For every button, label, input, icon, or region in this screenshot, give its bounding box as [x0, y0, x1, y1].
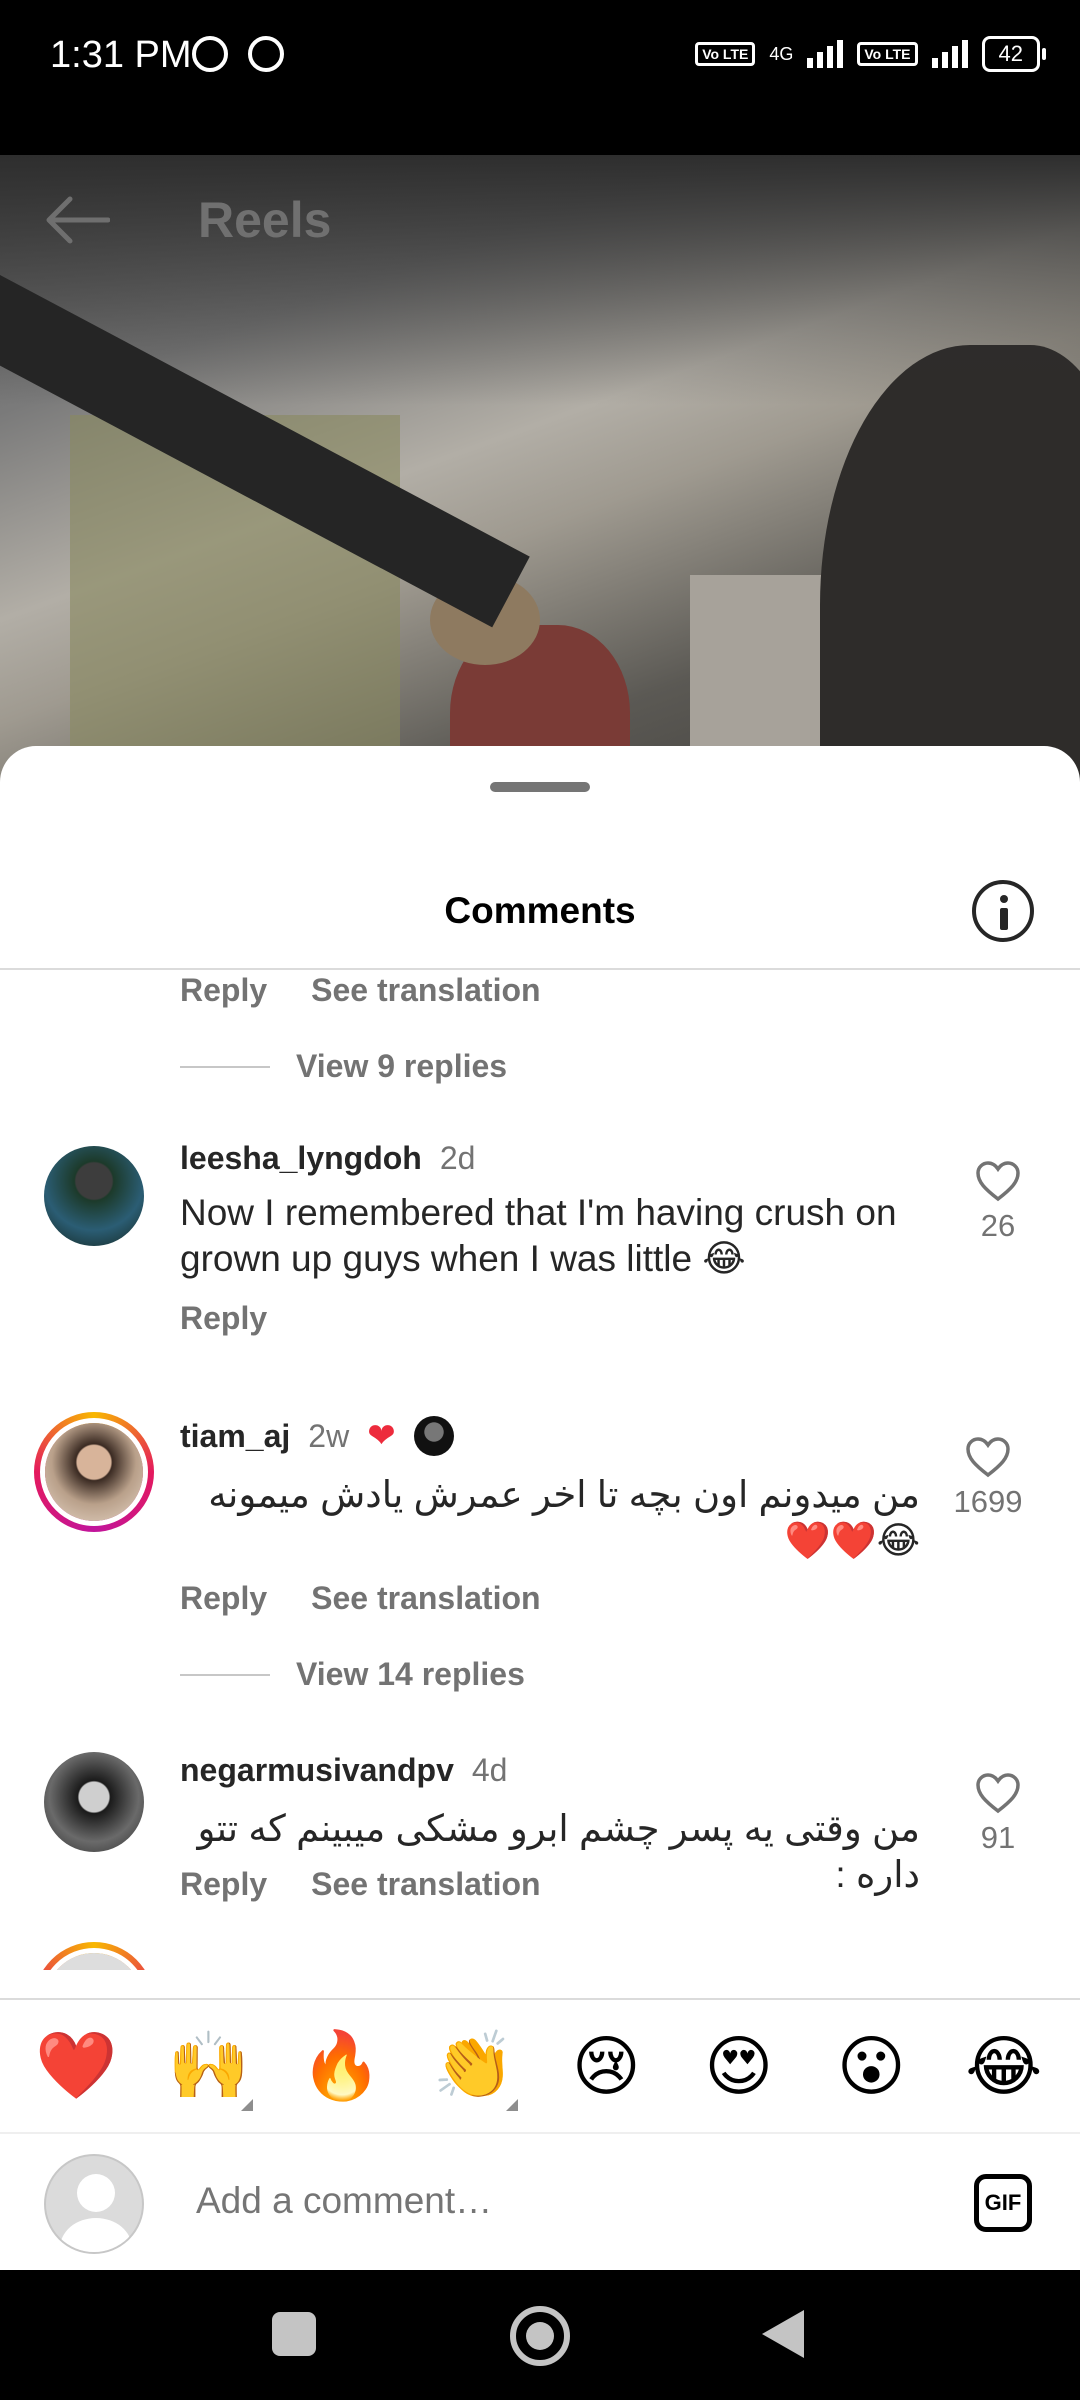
- see-translation-button[interactable]: See translation: [311, 1866, 540, 1903]
- alarm-icon: [192, 36, 228, 72]
- replies-line: [180, 1673, 270, 1676]
- avatar[interactable]: [44, 1146, 144, 1246]
- signal-icon: [807, 40, 844, 68]
- comment-time: 2d: [439, 1140, 476, 1176]
- view-replies-label: View 9 replies: [296, 1048, 508, 1084]
- comments-list[interactable]: Reply See translation View 9 replies lee…: [0, 970, 1080, 1970]
- chrome-icon: [248, 36, 284, 72]
- emoji-crying[interactable]: 😢: [556, 2028, 656, 2105]
- volte-icon: Vo LTE: [695, 42, 756, 66]
- like-count: 91: [980, 1820, 1016, 1855]
- signal-icon-2: [931, 40, 968, 68]
- avatar[interactable]: [44, 1752, 144, 1852]
- liked-by-author-heart-icon: ❤: [367, 1417, 396, 1455]
- see-translation-button[interactable]: See translation: [311, 1580, 540, 1617]
- view-replies-label: View 14 replies: [296, 1656, 525, 1692]
- emoji-heart-eyes[interactable]: 😍: [689, 2028, 789, 2105]
- reply-button[interactable]: Reply: [180, 1866, 267, 1903]
- heart-icon[interactable]: [975, 1772, 1021, 1814]
- like-count: 26: [980, 1208, 1016, 1243]
- comment-composer: GIF: [0, 2132, 1080, 2270]
- emoji-quick-bar: ❤️ 🙌 🔥 👏 😢 😍 😮 😂: [0, 1998, 1080, 2132]
- reply-button[interactable]: Reply: [180, 1300, 267, 1337]
- comment-actions: Reply See translation: [180, 1866, 541, 1903]
- page-title: Reels: [198, 192, 332, 248]
- reel-video[interactable]: Reels: [0, 155, 1080, 795]
- comment-time: 2w: [308, 1417, 350, 1454]
- like-control[interactable]: 1699: [948, 1436, 1028, 1520]
- view-replies-button[interactable]: View 14 replies: [180, 1656, 525, 1693]
- comment-time: 4d: [471, 1752, 508, 1788]
- system-nav-bar: [0, 2270, 1080, 2400]
- comment-actions: Reply See translation: [180, 1580, 541, 1617]
- comment-input[interactable]: [196, 2180, 896, 2222]
- reel-header: Reels: [0, 155, 1080, 265]
- battery-icon: 42: [981, 36, 1047, 72]
- heart-icon[interactable]: [965, 1436, 1011, 1478]
- reply-button[interactable]: Reply: [180, 1580, 267, 1617]
- story-avatar[interactable]: [34, 1942, 154, 1970]
- comment-actions: Reply See translation: [180, 972, 541, 1009]
- emoji-surprised[interactable]: 😮: [821, 2028, 921, 2105]
- comment-text: Now I remembered that I'm having crush o…: [180, 1192, 897, 1279]
- sheet-title: Comments: [444, 890, 636, 931]
- see-translation-button[interactable]: See translation: [311, 972, 540, 1009]
- like-control[interactable]: 26: [958, 1160, 1038, 1244]
- drag-handle[interactable]: [490, 782, 590, 792]
- username[interactable]: leesha_lyngdoh: [180, 1140, 422, 1177]
- heart-icon[interactable]: [975, 1160, 1021, 1202]
- comment-actions: Reply: [180, 1300, 267, 1337]
- info-icon[interactable]: [972, 880, 1034, 942]
- reply-button[interactable]: Reply: [180, 972, 267, 1009]
- status-bar: 1:31 PM Vo LTE 4G Vo LTE 42: [0, 0, 1080, 155]
- recents-button[interactable]: [272, 2312, 316, 2356]
- reel-scene-foreground-head: [820, 345, 1080, 795]
- back-button[interactable]: [762, 2310, 804, 2358]
- emoji-heart[interactable]: ❤️: [26, 2027, 126, 2105]
- network-type: 4G: [769, 43, 794, 64]
- back-arrow-icon[interactable]: [44, 195, 110, 245]
- username[interactable]: negarmusivandpv: [180, 1752, 454, 1789]
- emoji-clap[interactable]: 👏: [424, 2027, 524, 2111]
- view-replies-button[interactable]: View 9 replies: [180, 1048, 507, 1085]
- status-time: 1:31 PM: [50, 34, 192, 76]
- my-avatar: [44, 2154, 144, 2254]
- replies-line: [180, 1065, 270, 1068]
- like-control[interactable]: 91: [958, 1772, 1038, 1856]
- emoji-raised-hands[interactable]: 🙌: [159, 2027, 259, 2111]
- author-mini-avatar: [413, 1416, 454, 1456]
- home-button[interactable]: [510, 2306, 570, 2366]
- story-avatar[interactable]: [34, 1412, 154, 1532]
- comment-text: من میدونم اون بچه تا اخر عمرش یادش میمون…: [208, 1474, 920, 1561]
- gif-button[interactable]: GIF: [974, 2174, 1032, 2232]
- emoji-laughing[interactable]: 😂: [954, 2028, 1054, 2105]
- volte-icon-2: Vo LTE: [857, 42, 918, 66]
- like-count: 1699: [953, 1484, 1023, 1519]
- username[interactable]: tiam_aj: [180, 1418, 290, 1455]
- emoji-fire[interactable]: 🔥: [291, 2027, 391, 2105]
